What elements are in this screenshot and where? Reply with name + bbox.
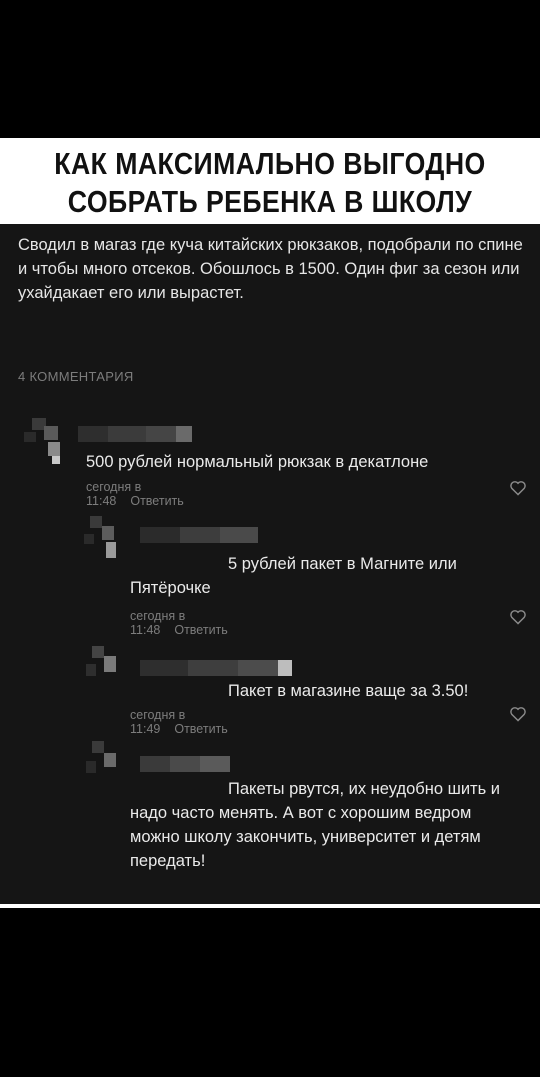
headline-line-2: СОБРАТЬ РЕБЕНКА В ШКОЛУ [67, 184, 473, 219]
reply-button[interactable]: Ответить [130, 494, 183, 508]
comment-meta: сегодня в 11:48 Ответить [130, 609, 228, 637]
meme-image: КАК МАКСИМАЛЬНО ВЫГОДНО СОБРАТЬ РЕБЕНКА … [0, 138, 540, 908]
comment-meta: сегодня в 11:49 Ответить [130, 708, 228, 736]
comment-meta: сегодня в 11:48 Ответить [86, 480, 184, 508]
heart-outline-icon[interactable] [509, 609, 527, 625]
comment-text: Пакеты рвутся, их неудобно шить и надо ч… [130, 780, 501, 870]
heart-outline-icon[interactable] [509, 480, 527, 496]
redacted-username [78, 426, 192, 442]
comments-count: 4 КОММЕНТАРИЯ [18, 369, 134, 384]
avatar [84, 516, 132, 566]
comment-text: 5 рублей пакет в Магните или Пятёрочке [130, 555, 457, 597]
comment-text: 500 рублей нормальный рюкзак в декатлоне [86, 453, 429, 471]
avatar [84, 741, 132, 791]
post-text: Сводил в магаз где куча китайских рюкзак… [18, 236, 523, 302]
meme-headline: КАК МАКСИМАЛЬНО ВЫГОДНО СОБРАТЬ РЕБЕНКА … [0, 138, 540, 224]
redacted-username [140, 660, 292, 676]
reply-button[interactable]: Ответить [174, 722, 227, 736]
heart-outline-icon[interactable] [509, 706, 527, 722]
avatar [22, 418, 70, 468]
headline-line-1: КАК МАКСИМАЛЬНО ВЫГОДНО [54, 146, 486, 181]
redacted-username [140, 756, 230, 772]
redacted-username [140, 527, 258, 543]
reply-button[interactable]: Ответить [174, 623, 227, 637]
comment-text: Пакет в магазине ваще за 3.50! [228, 682, 469, 700]
image-bottom-border [0, 904, 540, 908]
avatar [84, 646, 132, 696]
